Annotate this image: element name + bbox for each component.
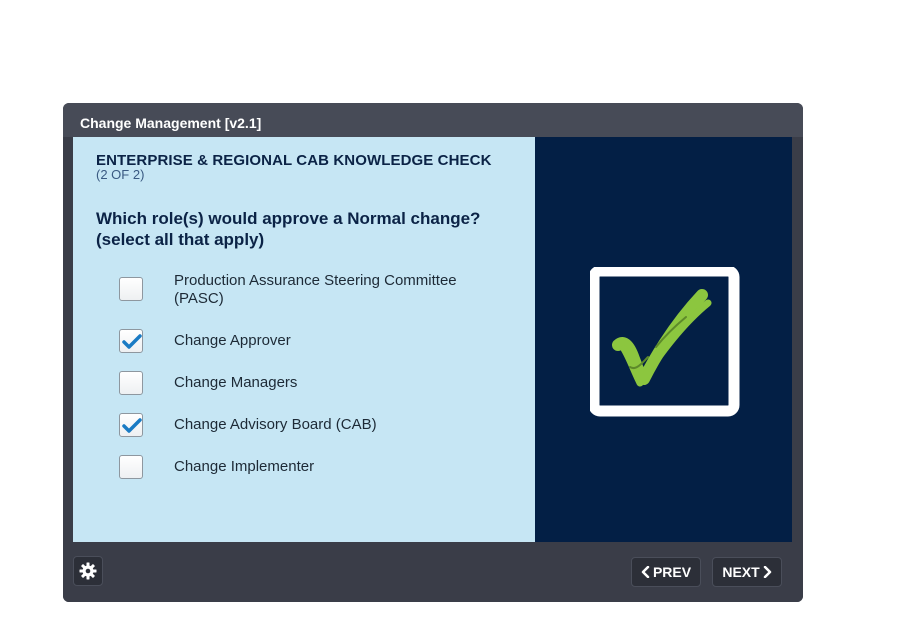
option-change-approver[interactable]: Change Approver xyxy=(119,329,519,355)
slide-content: ENTERPRISE & REGIONAL CAB KNOWLEDGE CHEC… xyxy=(73,137,792,542)
illustration-panel xyxy=(535,137,792,542)
checkbox[interactable] xyxy=(119,329,143,353)
checkbox[interactable] xyxy=(119,371,143,395)
option-cab[interactable]: Change Advisory Board (CAB) xyxy=(119,413,519,439)
check-icon xyxy=(122,334,142,349)
check-icon xyxy=(122,418,142,433)
question-text: Which role(s) would approve a Normal cha… xyxy=(96,209,481,249)
player-footer: PREV NEXT xyxy=(63,542,803,602)
option-label: Change Advisory Board (CAB) xyxy=(174,416,377,433)
course-player: Change Management [v2.1] ENTERPRISE & RE… xyxy=(63,103,803,602)
chevron-left-icon xyxy=(641,565,650,579)
course-title: Change Management [v2.1] xyxy=(80,115,262,131)
option-label: Change Approver xyxy=(174,332,291,349)
option-label: Change Managers xyxy=(174,374,298,391)
checkbox[interactable] xyxy=(119,455,143,479)
next-button-label: NEXT xyxy=(722,564,760,580)
next-button[interactable]: NEXT xyxy=(712,557,782,587)
title-bar: Change Management [v2.1] xyxy=(63,103,803,137)
option-label: Change Implementer xyxy=(174,458,315,475)
prev-button[interactable]: PREV xyxy=(631,557,701,587)
option-change-managers[interactable]: Change Managers xyxy=(119,371,519,397)
option-change-implementer[interactable]: Change Implementer xyxy=(119,455,519,481)
slide-subheading: (2 OF 2) xyxy=(96,167,145,182)
checkbox-checkmark-icon xyxy=(590,267,740,417)
settings-button[interactable] xyxy=(73,556,103,586)
chevron-right-icon xyxy=(763,565,771,579)
question-panel: ENTERPRISE & REGIONAL CAB KNOWLEDGE CHEC… xyxy=(73,137,535,542)
option-pasc[interactable]: Production Assurance Steering Committee … xyxy=(119,272,519,317)
gear-icon xyxy=(79,562,97,580)
prev-button-label: PREV xyxy=(652,564,692,580)
checkbox[interactable] xyxy=(119,277,143,301)
option-label: Production Assurance Steering Committee … xyxy=(174,272,457,307)
checkbox[interactable] xyxy=(119,413,143,437)
slide-heading: ENTERPRISE & REGIONAL CAB KNOWLEDGE CHEC… xyxy=(96,152,492,169)
